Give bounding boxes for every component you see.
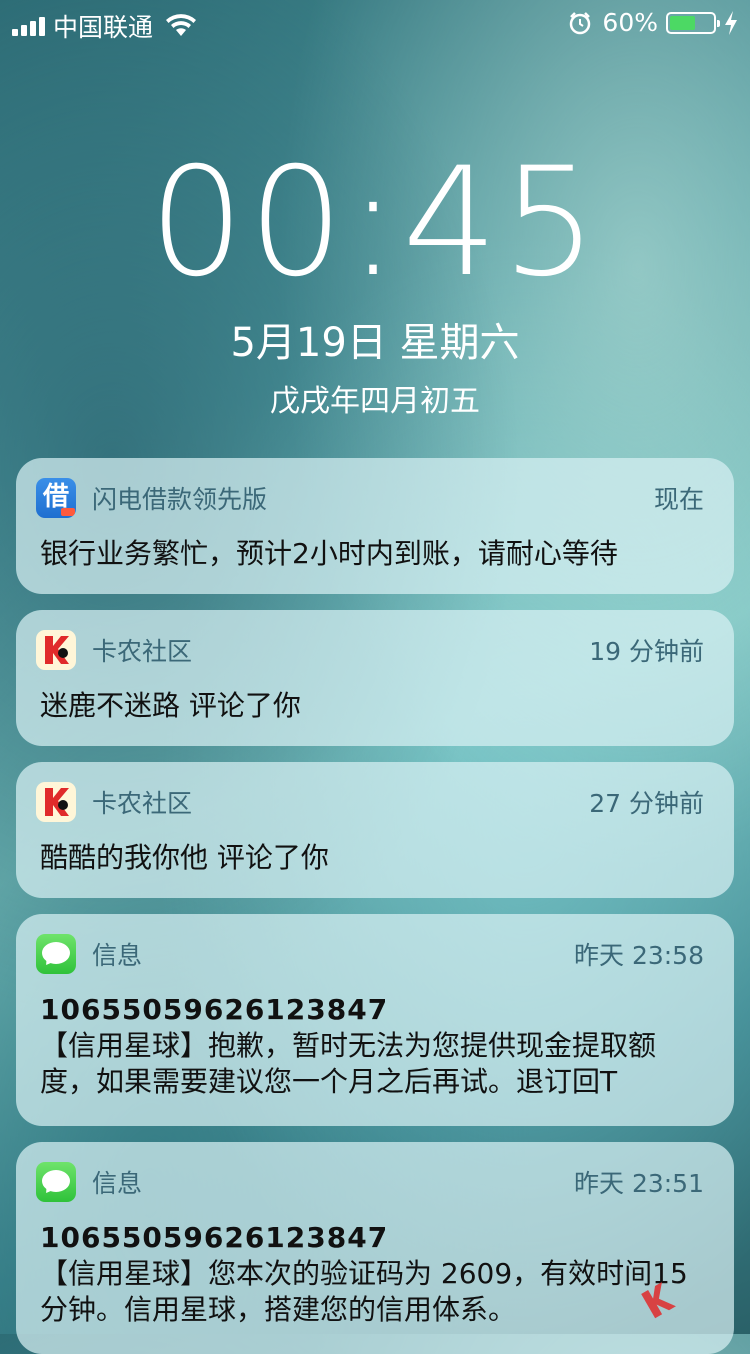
lockscreen-lunar-date: 戊戌年四月初五 [270,384,480,419]
wifi-icon [166,14,197,36]
message-sender: 10655059626123847 [40,1221,389,1254]
notification-time: 27 分钟前 [589,789,704,818]
notification-body: 10655059626123847 【信用星球】抱歉，暂时无法为您提供现金提取额… [40,992,708,1100]
notification-header: 卡农社区 19 分钟前 [36,630,704,670]
notification-card[interactable]: 卡农社区 19 分钟前 迷鹿不迷路 评论了你 [16,610,734,746]
notification-card[interactable]: 借 闪电借款领先版 现在 银行业务繁忙，预计2小时内到账，请耐心等待 [16,458,734,594]
status-bar-right: 60% [568,8,740,37]
notification-app-name: 卡农社区 [92,789,193,818]
battery-percent: 60% [602,8,658,37]
notification-time: 昨天 23:51 [574,1169,704,1198]
jie-app-icon: 借 [36,478,76,518]
message-sender: 10655059626123847 [40,993,389,1026]
lockscreen-date: 5月19日 星期六 [230,320,520,366]
notification-header: 借 闪电借款领先版 现在 [36,478,704,518]
message-text: 【信用星球】您本次的验证码为 2609，有效时间15 分钟。信用星球，搭建您的信… [40,1257,688,1326]
alarm-icon [570,11,591,34]
charging-bolt-icon [725,10,737,35]
notification-card[interactable]: 信息 昨天 23:51 10655059626123847 【信用星球】您本次的… [16,1142,734,1354]
notification-body: 银行业务繁忙，预计2小时内到账，请耐心等待 [40,537,618,570]
kanong-app-icon [36,630,76,670]
status-bar: 中国联通 60% [0,0,750,48]
cellular-signal-icon [12,16,45,36]
notification-app-name: 卡农社区 [92,637,193,666]
battery-fill [670,15,695,30]
notification-body: 酷酷的我你他 评论了你 [40,841,329,874]
notification-time: 19 分钟前 [589,637,704,666]
battery-icon [666,11,720,34]
notification-app-name: 闪电借款领先版 [92,485,268,514]
notification-body: 迷鹿不迷路 评论了你 [40,689,301,722]
notification-card[interactable]: 信息 昨天 23:58 10655059626123847 【信用星球】抱歉，暂… [16,914,734,1126]
notification-time: 昨天 23:58 [574,941,704,970]
messages-app-icon [36,1162,76,1202]
messages-app-icon [36,934,76,974]
kanong-app-icon [36,782,76,822]
notification-app-name: 信息 [92,1169,143,1198]
notification-card[interactable]: 卡农社区 27 分钟前 酷酷的我你他 评论了你 [16,762,734,898]
status-bar-left: 中国联通 [12,8,197,44]
carrier-name: 中国联通 [53,13,154,42]
lockscreen-clock: 00:45 [148,136,602,310]
notification-time: 现在 [653,485,704,514]
notification-header: 信息 昨天 23:51 [36,1162,704,1202]
notification-header: 卡农社区 27 分钟前 [36,782,704,822]
notification-header: 信息 昨天 23:58 [36,934,704,974]
notification-app-name: 信息 [92,941,143,970]
message-text: 【信用星球】抱歉，暂时无法为您提供现金提取额度，如果需要建议您一个月之后再试。退… [40,1029,657,1098]
notification-body: 10655059626123847 【信用星球】您本次的验证码为 2609，有效… [40,1220,708,1328]
